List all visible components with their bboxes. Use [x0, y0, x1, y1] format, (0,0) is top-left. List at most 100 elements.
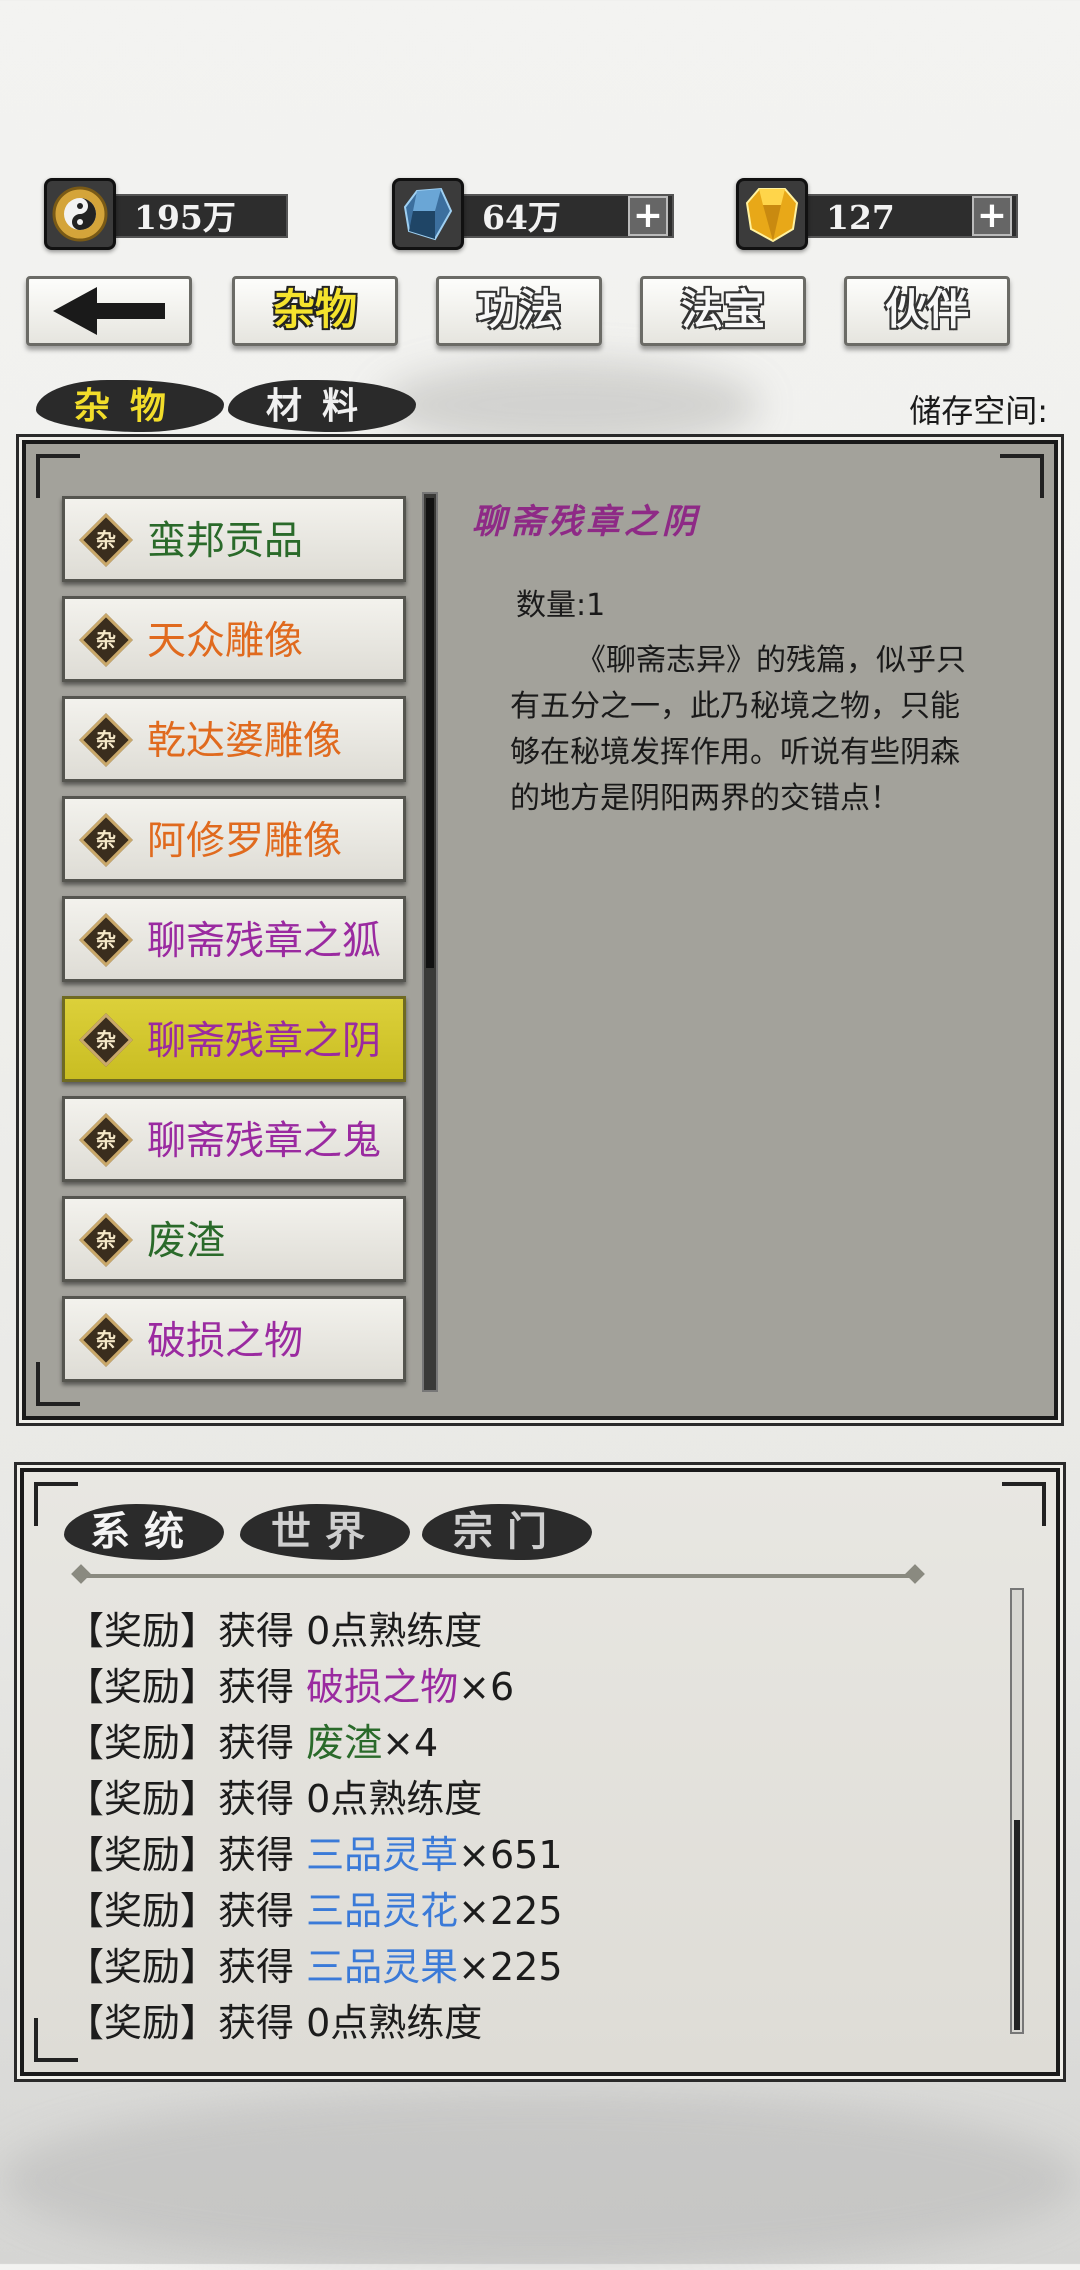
item-row[interactable]: 杂 乾达婆雕像: [62, 696, 406, 782]
tab-skills[interactable]: 功法: [436, 276, 602, 346]
arrow-left-icon: [53, 287, 165, 335]
item-row[interactable]: 杂 聊斋残章之阴: [62, 996, 406, 1082]
badge-label: 杂: [96, 1028, 116, 1052]
reward-tag: 【奖励】: [66, 1889, 219, 1933]
chat-line: 【奖励】获得 废渣×4: [66, 1712, 438, 1767]
reward-tag: 【奖励】: [66, 1833, 219, 1877]
misc-badge-icon: 杂: [79, 1213, 133, 1267]
item-name: 阿修罗雕像: [147, 819, 343, 864]
tab-companions[interactable]: 伙伴: [844, 276, 1010, 346]
chat-line: 【奖励】获得 三品灵果×225: [66, 1936, 563, 1991]
badge-label: 杂: [96, 528, 116, 552]
chat-line: 【奖励】获得 0点熟练度: [66, 1768, 482, 1823]
chat-line: 【奖励】获得 0点熟练度: [66, 1600, 482, 1655]
tab-treasures[interactable]: 法宝: [640, 276, 806, 346]
misc-badge-icon: 杂: [79, 1113, 133, 1167]
detail-quantity: 数量:1: [516, 588, 606, 623]
item-row[interactable]: 杂 聊斋残章之狐: [62, 896, 406, 982]
badge-label: 杂: [96, 828, 116, 852]
corner-ornament: [36, 454, 80, 498]
item-name: 破损之物: [147, 1319, 304, 1364]
currency-crystals: 64万 +: [392, 178, 674, 250]
item-list-scrollbar[interactable]: [422, 492, 438, 1392]
badge-label: 杂: [96, 728, 116, 752]
reward-item: 三品灵果: [306, 1945, 459, 1989]
item-row[interactable]: 杂 阿修罗雕像: [62, 796, 406, 882]
misc-badge-icon: 杂: [79, 1013, 133, 1067]
misc-badge-icon: 杂: [79, 1313, 133, 1367]
corner-ornament: [1002, 1482, 1046, 1526]
yin-yang-coin-icon: [44, 178, 116, 250]
reward-text: 0点熟练度: [306, 2001, 483, 2045]
chat-scrollbar[interactable]: [1010, 1588, 1024, 2034]
item-row[interactable]: 杂 破损之物: [62, 1296, 406, 1382]
reward-tag: 【奖励】: [66, 1777, 219, 1821]
item-name: 蛮邦贡品: [147, 519, 304, 564]
misc-badge-icon: 杂: [79, 613, 133, 667]
currency-value: 195万: [104, 194, 288, 238]
add-crystals-button[interactable]: +: [628, 196, 668, 236]
item-name: 天众雕像: [147, 619, 304, 664]
reward-tag: 【奖励】: [66, 1609, 219, 1653]
chat-line: 【奖励】获得 三品灵花×225: [66, 1880, 563, 1935]
reward-item: 破损之物: [306, 1665, 459, 1709]
badge-label: 杂: [96, 1128, 116, 1152]
reward-verb: 获得: [218, 2001, 295, 2045]
reward-count: ×6: [458, 1665, 515, 1709]
subtab-materials[interactable]: 材料: [228, 380, 416, 432]
reward-text: 0点熟练度: [306, 1777, 483, 1821]
chat-tab-system[interactable]: 系统: [64, 1504, 224, 1560]
chat-line: 【奖励】获得 三品灵草×651: [66, 1824, 563, 1879]
misc-badge-icon: 杂: [79, 513, 133, 567]
blue-crystal-icon: [392, 178, 464, 250]
item-row[interactable]: 杂 天众雕像: [62, 596, 406, 682]
reward-verb: 获得: [218, 1945, 295, 1989]
reward-item: 废渣: [306, 1721, 383, 1765]
reward-verb: 获得: [218, 1889, 295, 1933]
scrollbar-thumb[interactable]: [1014, 1820, 1020, 2030]
item-row[interactable]: 杂 聊斋残章之鬼: [62, 1096, 406, 1182]
add-gold-button[interactable]: +: [972, 196, 1012, 236]
detail-title: 聊斋残章之阴: [472, 502, 700, 542]
item-name: 聊斋残章之阴: [147, 1019, 382, 1064]
badge-label: 杂: [96, 628, 116, 652]
corner-ornament: [1000, 454, 1044, 498]
item-name: 聊斋残章之狐: [147, 919, 382, 964]
badge-label: 杂: [96, 1328, 116, 1352]
badge-label: 杂: [96, 1228, 116, 1252]
reward-item: 三品灵花: [306, 1889, 459, 1933]
reward-tag: 【奖励】: [66, 2001, 219, 2045]
chat-tab-world[interactable]: 世界: [240, 1504, 410, 1560]
inventory-panel: 杂蛮邦贡品杂天众雕像杂乾达婆雕像杂阿修罗雕像杂聊斋残章之狐杂聊斋残章之阴杂聊斋残…: [19, 437, 1061, 1423]
tab-misc[interactable]: 杂物: [232, 276, 398, 346]
item-row[interactable]: 杂 废渣: [62, 1196, 406, 1282]
reward-count: ×225: [458, 1945, 563, 1989]
reward-count: ×651: [458, 1833, 563, 1877]
reward-tag: 【奖励】: [66, 1945, 219, 1989]
subtab-misc[interactable]: 杂物: [36, 380, 224, 432]
currency-spirit-coins: 195万: [44, 178, 288, 250]
reward-count: ×225: [458, 1889, 563, 1933]
background-mist: [380, 360, 760, 450]
reward-item: 三品灵草: [306, 1833, 459, 1877]
reward-verb: 获得: [218, 1833, 295, 1877]
chat-tab-sect[interactable]: 宗门: [422, 1504, 592, 1560]
reward-tag: 【奖励】: [66, 1665, 219, 1709]
reward-verb: 获得: [218, 1721, 295, 1765]
back-button[interactable]: [26, 276, 192, 346]
divider: [80, 1574, 916, 1578]
chat-line: 【奖励】获得 0点熟练度: [66, 1992, 482, 2047]
item-row[interactable]: 杂 蛮邦贡品: [62, 496, 406, 582]
scrollbar-thumb[interactable]: [426, 498, 434, 968]
currency-gold-gems: 127 +: [736, 178, 1018, 250]
reward-verb: 获得: [218, 1665, 295, 1709]
misc-badge-icon: 杂: [79, 913, 133, 967]
reward-count: ×4: [382, 1721, 439, 1765]
reward-verb: 获得: [218, 1609, 295, 1653]
reward-tag: 【奖励】: [66, 1721, 219, 1765]
item-name: 废渣: [147, 1219, 226, 1264]
item-name: 聊斋残章之鬼: [147, 1119, 382, 1164]
reward-text: 0点熟练度: [306, 1609, 483, 1653]
chat-line: 【奖励】获得 破损之物×6: [66, 1656, 514, 1711]
misc-badge-icon: 杂: [79, 713, 133, 767]
